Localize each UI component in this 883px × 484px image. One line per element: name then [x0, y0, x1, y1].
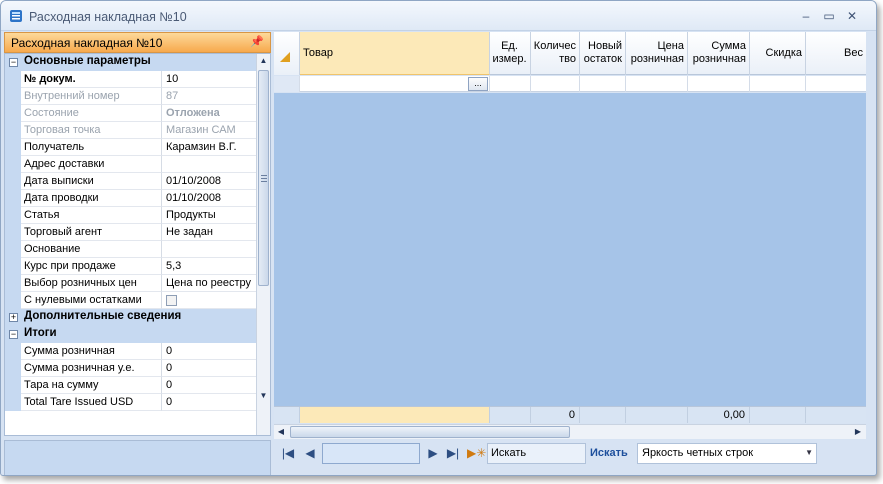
- row-indicator-corner[interactable]: [274, 32, 300, 75]
- property-row[interactable]: Торговая точка Магазин САМ: [5, 122, 257, 139]
- prev-record-icon[interactable]: ◀: [302, 445, 318, 462]
- property-row[interactable]: Адрес доставки: [5, 156, 257, 173]
- property-row[interactable]: Дата проводки 01/10/2008: [5, 190, 257, 207]
- search-input[interactable]: Искать: [487, 443, 586, 464]
- property-row[interactable]: Выбор розничных цен Цена по реестру: [5, 275, 257, 292]
- record-position-input[interactable]: [322, 443, 420, 464]
- horizontal-scroll-thumb[interactable]: [290, 426, 570, 438]
- goods-grid: Товар Ед. измер. Количес тво Новый остаток …: [274, 32, 866, 468]
- column-header-row: Товар Ед. измер. Количес тво Новый остаток …: [274, 32, 866, 75]
- brightness-select[interactable]: Яркость четных строк ▼: [637, 443, 817, 464]
- chevron-down-icon[interactable]: ▼: [805, 448, 813, 457]
- minimize-icon[interactable]: –: [796, 7, 816, 25]
- property-row[interactable]: Получатель Карамзин В.Г.: [5, 139, 257, 156]
- property-row[interactable]: Сумма розничная 0: [5, 343, 257, 360]
- scroll-left-icon[interactable]: ◀: [274, 425, 288, 439]
- property-row[interactable]: Дата выписки 01/10/2008: [5, 173, 257, 190]
- discount-cell[interactable]: [750, 76, 806, 92]
- title-bar: Расходная накладная №10 – ▭ ✕: [1, 1, 876, 31]
- property-row[interactable]: Total Tare Issued USD 0: [5, 394, 257, 411]
- column-header-goods[interactable]: Товар: [300, 32, 490, 75]
- grid-empty-area: [274, 93, 866, 406]
- column-header-new-stock[interactable]: Новый остаток: [580, 32, 626, 75]
- vertical-scrollbar[interactable]: ▲ ▼: [256, 54, 270, 435]
- next-record-icon[interactable]: ▶: [425, 445, 441, 462]
- column-header-retail-price[interactable]: Цена розничная: [626, 32, 688, 75]
- category-totals[interactable]: − Итоги: [5, 326, 257, 343]
- quantity-cell[interactable]: [531, 76, 580, 92]
- scroll-up-icon[interactable]: ▲: [257, 54, 270, 68]
- properties-panel: Расходная накладная №10 📌 − Основные пар…: [4, 32, 271, 475]
- expand-icon[interactable]: +: [9, 313, 18, 322]
- maximize-icon[interactable]: ▭: [819, 7, 839, 25]
- collapse-icon[interactable]: −: [9, 58, 18, 67]
- navigation-bar: |◀ ◀ ▶ ▶| ▶✳ Искать Искать Яркость четны…: [274, 440, 866, 468]
- window-title: Расходная накладная №10: [29, 10, 187, 24]
- column-header-retail-sum[interactable]: Сумма розничная: [688, 32, 750, 75]
- zero-stock-checkbox[interactable]: [166, 295, 177, 306]
- property-row[interactable]: Торговый агент Не задан: [5, 224, 257, 241]
- unit-cell[interactable]: [490, 76, 531, 92]
- new-record-icon[interactable]: ▶✳: [467, 445, 486, 462]
- retail-sum-cell[interactable]: [688, 76, 750, 92]
- scroll-down-icon[interactable]: ▼: [257, 389, 270, 403]
- category-extra[interactable]: + Дополнительные сведения: [5, 309, 257, 326]
- last-record-icon[interactable]: ▶|: [445, 445, 461, 462]
- pin-icon[interactable]: 📌: [250, 35, 264, 48]
- row-indicator: [274, 76, 300, 92]
- search-button[interactable]: Искать: [590, 447, 628, 459]
- column-header-weight[interactable]: Вес: [806, 32, 866, 75]
- panel-title: Расходная накладная №10: [11, 36, 163, 50]
- column-header-quantity[interactable]: Количес тво: [531, 32, 580, 75]
- retail-price-cell[interactable]: [626, 76, 688, 92]
- close-icon[interactable]: ✕: [842, 7, 862, 25]
- summary-row: 0 0,00: [274, 406, 866, 423]
- property-row[interactable]: Основание: [5, 241, 257, 258]
- column-header-unit[interactable]: Ед. измер.: [490, 32, 531, 75]
- browse-goods-button[interactable]: ...: [468, 77, 488, 91]
- property-row[interactable]: Сумма розничная у.е. 0: [5, 360, 257, 377]
- quantity-total: 0: [531, 407, 580, 423]
- property-grid: − Основные параметры № докум. 10 Внутренн…: [4, 53, 271, 436]
- scroll-thumb[interactable]: [258, 70, 269, 286]
- main-window: Расходная накладная №10 – ▭ ✕ Расходная …: [0, 0, 877, 476]
- property-row[interactable]: Внутренний номер 87: [5, 88, 257, 105]
- property-row[interactable]: Тара на сумму 0: [5, 377, 257, 394]
- goods-cell[interactable]: [300, 76, 490, 92]
- new-stock-cell[interactable]: [580, 76, 626, 92]
- collapse-icon[interactable]: −: [9, 330, 18, 339]
- corner-triangle-icon: [280, 52, 290, 62]
- sum-total: 0,00: [688, 407, 750, 423]
- description-pane: [4, 440, 271, 475]
- weight-cell[interactable]: [806, 76, 866, 92]
- property-row[interactable]: Статья Продукты: [5, 207, 257, 224]
- scroll-right-icon[interactable]: ▶: [851, 425, 865, 439]
- category-main[interactable]: − Основные параметры: [5, 54, 257, 71]
- first-record-icon[interactable]: |◀: [280, 445, 296, 462]
- property-row[interactable]: С нулевыми остатками: [5, 292, 257, 309]
- property-row[interactable]: Курс при продаже 5,3: [5, 258, 257, 275]
- column-header-discount[interactable]: Скидка: [750, 32, 806, 75]
- panel-header: Расходная накладная №10 📌: [4, 32, 271, 53]
- document-icon: [10, 10, 22, 22]
- property-row[interactable]: Состояние Отложена: [5, 105, 257, 122]
- new-item-row[interactable]: ...: [274, 76, 866, 92]
- horizontal-scrollbar[interactable]: ◀ ▶: [274, 424, 866, 439]
- property-row[interactable]: № докум. 10: [5, 71, 257, 88]
